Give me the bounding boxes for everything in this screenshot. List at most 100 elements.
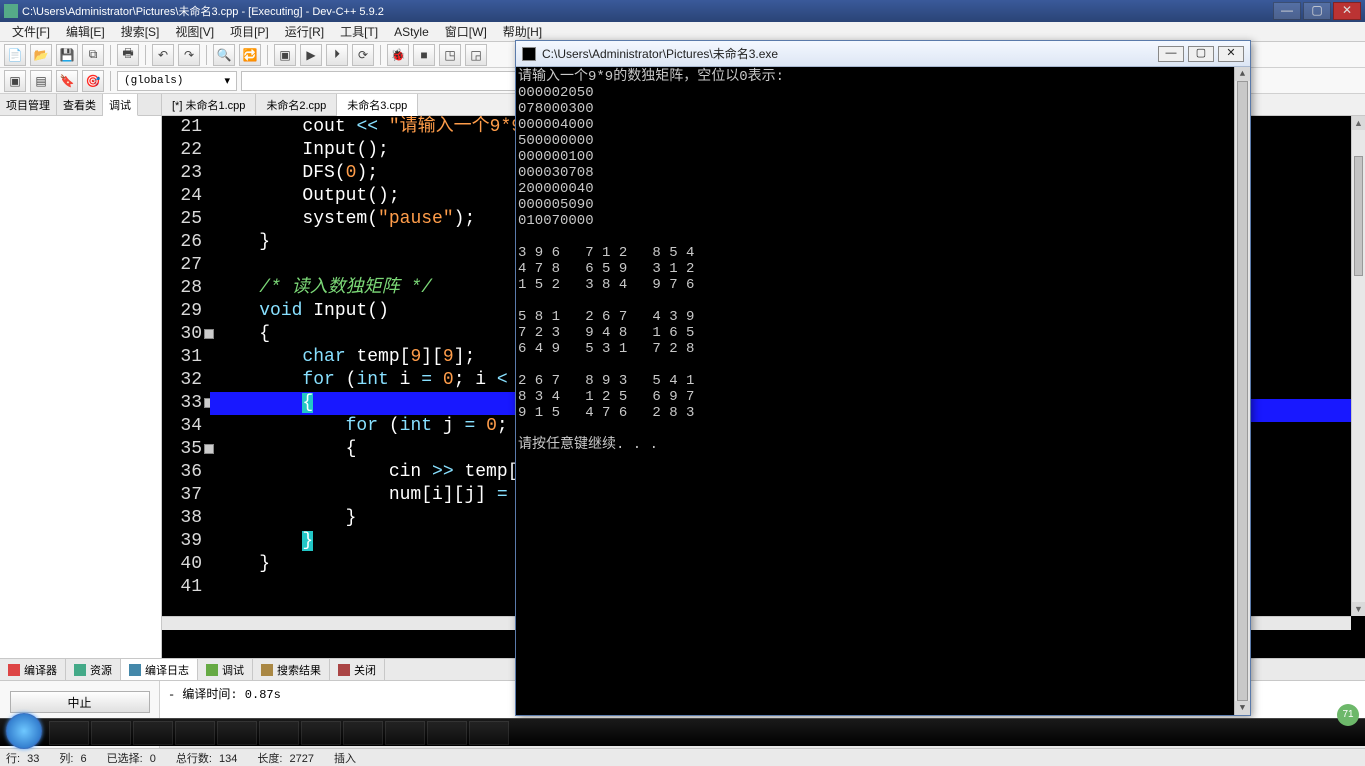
rebuild-button[interactable]: ⟳ [352,44,374,66]
save-button[interactable]: 💾 [56,44,78,66]
scroll-down-arrow[interactable]: ▼ [1235,701,1250,715]
compile-button[interactable]: ▣ [274,44,296,66]
taskbar[interactable] [0,718,1365,746]
redo-button[interactable]: ↷ [178,44,200,66]
taskbar-item[interactable] [175,721,215,745]
taskbar-item[interactable] [343,721,383,745]
taskbar-item[interactable] [385,721,425,745]
console-scrollbar[interactable]: ▲ ▼ [1234,67,1250,715]
bottom-tab[interactable]: 关闭 [330,659,385,680]
status-ins: 插入 [334,750,356,766]
bottom-tab[interactable]: 调试 [198,659,253,680]
taskbar-item[interactable] [427,721,467,745]
scroll-up-arrow[interactable]: ▲ [1235,67,1250,81]
close-button[interactable]: ✕ [1333,2,1361,20]
console-titlebar[interactable]: C:\Users\Administrator\Pictures\未命名3.exe… [516,41,1250,67]
window-title: C:\Users\Administrator\Pictures\未命名3.cpp… [22,3,1273,19]
code-line[interactable]: { [210,392,1365,415]
left-tab[interactable]: 查看类 [57,94,103,115]
console-window[interactable]: C:\Users\Administrator\Pictures\未命名3.exe… [515,40,1251,716]
stop-compile-button[interactable]: 中止 [10,691,150,713]
status-col: 列: 6 [59,750,86,766]
scroll-thumb[interactable] [1354,156,1363,276]
menu-item[interactable]: 视图[V] [167,21,222,42]
save-all-button[interactable]: ⧉ [82,44,104,66]
menu-item[interactable]: 文件[F] [4,21,58,42]
scroll-thumb[interactable] [1237,81,1248,701]
left-tab[interactable]: 调试 [103,94,138,116]
bottom-tab[interactable]: 搜索结果 [253,659,330,680]
menu-item[interactable]: 搜索[S] [113,21,168,42]
tab-label: 调试 [222,662,244,678]
bottom-tab[interactable]: 编译器 [0,659,66,680]
console-output[interactable]: 请输入一个9*9的数独矩阵，空位以0表示: 000002050 07800030… [516,67,1250,715]
globals-combo[interactable]: (globals)▾ [117,71,237,91]
line-number: 24 [162,185,202,208]
line-number: 28 [162,277,202,300]
menu-item[interactable]: 项目[P] [222,21,277,42]
line-number: 21 [162,116,202,139]
taskbar-item[interactable] [259,721,299,745]
undo-button[interactable]: ↶ [152,44,174,66]
line-number: 33 [162,392,202,415]
bottom-tab[interactable]: 编译日志 [121,659,198,680]
line-gutter: 2122232425262728293031323334353637383940… [162,116,210,658]
tab-label: 编译器 [24,662,57,678]
minimize-button[interactable]: — [1273,2,1301,20]
editor-vertical-scrollbar[interactable]: ▲ ▼ [1351,116,1365,616]
tab-label: 编译日志 [145,662,189,678]
scroll-down-arrow[interactable]: ▼ [1352,602,1365,616]
left-panel-tabs: 项目管理查看类调试 [0,94,161,116]
editor-tab[interactable]: [*] 未命名1.cpp [162,94,256,115]
editor-tab[interactable]: 未命名3.cpp [337,94,418,116]
console-maximize-button[interactable]: ▢ [1188,46,1214,62]
line-number: 32 [162,369,202,392]
menu-item[interactable]: AStyle [386,23,437,41]
stop-button[interactable]: ■ [413,44,435,66]
run-button[interactable]: ▶ [300,44,322,66]
separator [145,45,146,65]
menu-item[interactable]: 工具[T] [332,21,386,42]
separator [206,45,207,65]
function-combo[interactable]: ▾ [241,71,561,91]
replace-button[interactable]: 🔁 [239,44,261,66]
open-file-button[interactable]: 📂 [30,44,52,66]
left-tab[interactable]: 项目管理 [0,94,57,115]
taskbar-item[interactable] [133,721,173,745]
find-button[interactable]: 🔍 [213,44,235,66]
bookmark-button[interactable]: 🔖 [56,70,78,92]
new-file-button[interactable]: 📄 [4,44,26,66]
menu-item[interactable]: 帮助[H] [495,21,550,42]
bottom-tab[interactable]: 资源 [66,659,121,680]
menu-item[interactable]: 运行[R] [277,21,332,42]
taskbar-item[interactable] [49,721,89,745]
taskbar-item[interactable] [301,721,341,745]
taskbar-item[interactable] [91,721,131,745]
tab-label: 资源 [90,662,112,678]
tab-icon [261,664,273,676]
console-icon [522,47,536,61]
debug-button[interactable]: 🐞 [387,44,409,66]
menu-item[interactable]: 窗口[W] [437,21,495,42]
titlebar: C:\Users\Administrator\Pictures\未命名3.cpp… [0,0,1365,22]
goto-button[interactable]: 🎯 [82,70,104,92]
scroll-up-arrow[interactable]: ▲ [1352,116,1365,130]
console-minimize-button[interactable]: — [1158,46,1184,62]
console-controls: — ▢ ✕ [1158,46,1244,62]
separator [110,45,111,65]
line-number: 26 [162,231,202,254]
print-button[interactable]: 🖶 [117,44,139,66]
insert-button[interactable]: ▤ [30,70,52,92]
profile-stop-button[interactable]: ◲ [465,44,487,66]
editor-tab[interactable]: 未命名2.cpp [256,94,337,115]
new-project-button[interactable]: ▣ [4,70,26,92]
start-orb[interactable] [6,713,42,749]
taskbar-item[interactable] [469,721,509,745]
menu-item[interactable]: 编辑[E] [58,21,113,42]
maximize-button[interactable]: ▢ [1303,2,1331,20]
compile-run-button[interactable]: ⏵ [326,44,348,66]
profile-button[interactable]: ◳ [439,44,461,66]
separator [380,45,381,65]
console-close-button[interactable]: ✕ [1218,46,1244,62]
taskbar-item[interactable] [217,721,257,745]
